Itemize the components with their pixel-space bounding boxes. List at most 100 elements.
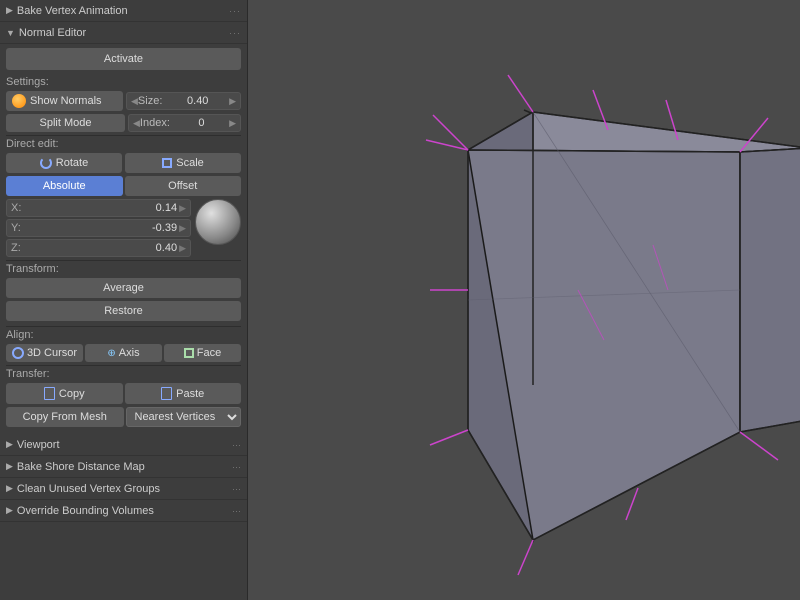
cursor-icon bbox=[12, 347, 24, 359]
copy-from-row: Copy From Mesh Nearest Vertices bbox=[6, 407, 241, 427]
axis-icon: ⊕ bbox=[107, 348, 115, 359]
paste-icon bbox=[161, 387, 172, 400]
index-label: Index: bbox=[140, 117, 170, 129]
scale-icon bbox=[162, 158, 172, 168]
clean-unused-label: Clean Unused Vertex Groups bbox=[17, 483, 232, 495]
override-bounding-label: Override Bounding Volumes bbox=[17, 505, 232, 517]
size-right-arrow[interactable]: ▶ bbox=[229, 96, 236, 107]
clean-unused-section-header[interactable]: ▶ Clean Unused Vertex Groups ··· bbox=[0, 478, 247, 500]
offset-tab[interactable]: Offset bbox=[125, 176, 242, 196]
3d-viewport[interactable] bbox=[248, 0, 800, 600]
size-left-arrow[interactable]: ◀ bbox=[131, 96, 138, 107]
y-row[interactable]: Y: -0.39 ▶ bbox=[6, 219, 191, 237]
direct-edit-label: Direct edit: bbox=[6, 138, 241, 150]
bake-shore-dots: ··· bbox=[232, 462, 241, 472]
axis-label: Axis bbox=[119, 347, 140, 359]
average-button[interactable]: Average bbox=[6, 278, 241, 298]
show-normals-icon bbox=[12, 94, 26, 108]
copy-from-mesh-button[interactable]: Copy From Mesh bbox=[6, 407, 124, 427]
x-label: X: bbox=[11, 202, 29, 214]
override-bounding-dots: ··· bbox=[232, 506, 241, 516]
y-value: -0.39 bbox=[29, 222, 177, 234]
nearest-vertices-select[interactable]: Nearest Vertices bbox=[126, 407, 242, 427]
normal-editor-label: Normal Editor bbox=[19, 27, 229, 39]
size-value: 0.40 bbox=[166, 95, 229, 107]
split-mode-button[interactable]: Split Mode bbox=[6, 114, 125, 132]
rotate-icon bbox=[40, 157, 52, 169]
divider-4 bbox=[6, 365, 241, 366]
cursor-label: 3D Cursor bbox=[27, 347, 77, 359]
rotate-button[interactable]: Rotate bbox=[6, 153, 122, 173]
bake-vertex-dots: ··· bbox=[229, 6, 241, 16]
override-bounding-section-header[interactable]: ▶ Override Bounding Volumes ··· bbox=[0, 500, 247, 522]
divider-3 bbox=[6, 326, 241, 327]
settings-label: Settings: bbox=[6, 76, 241, 88]
bake-vertex-animation-header[interactable]: ▶ Bake Vertex Animation ··· bbox=[0, 0, 247, 22]
y-label: Y: bbox=[11, 222, 29, 234]
bake-vertex-arrow-icon: ▶ bbox=[6, 5, 13, 16]
show-normals-label: Show Normals bbox=[30, 95, 102, 107]
index-left-arrow[interactable]: ◀ bbox=[133, 118, 140, 129]
viewport-section-header[interactable]: ▶ Viewport ··· bbox=[0, 434, 247, 456]
clean-unused-dots: ··· bbox=[232, 484, 241, 494]
normal-editor-arrow-icon: ▼ bbox=[6, 28, 15, 38]
clean-unused-arrow-icon: ▶ bbox=[6, 483, 13, 494]
normal-sphere-preview bbox=[195, 199, 241, 245]
index-value: 0 bbox=[174, 117, 229, 129]
split-mode-row: Split Mode ◀ Index: 0 ▶ bbox=[6, 114, 241, 132]
viewport-dots: ··· bbox=[232, 440, 241, 450]
viewport-arrow-icon: ▶ bbox=[6, 439, 13, 450]
face-label: Face bbox=[197, 347, 221, 359]
axis-button[interactable]: ⊕ Axis bbox=[85, 344, 162, 362]
rotate-label: Rotate bbox=[56, 157, 88, 169]
align-buttons-row: 3D Cursor ⊕ Axis Face bbox=[6, 344, 241, 362]
scale-button[interactable]: Scale bbox=[125, 153, 241, 173]
z-label: Z: bbox=[11, 242, 29, 254]
viewport-svg bbox=[248, 0, 800, 600]
show-normals-button[interactable]: Show Normals bbox=[6, 91, 123, 111]
copy-label: Copy bbox=[59, 388, 85, 400]
bake-shore-label: Bake Shore Distance Map bbox=[17, 461, 232, 473]
scale-label: Scale bbox=[176, 157, 204, 169]
3d-cursor-button[interactable]: 3D Cursor bbox=[6, 344, 83, 362]
bake-shore-arrow-icon: ▶ bbox=[6, 461, 13, 472]
paste-label: Paste bbox=[176, 388, 204, 400]
transfer-label: Transfer: bbox=[6, 368, 241, 380]
size-label: Size: bbox=[138, 95, 162, 107]
divider-2 bbox=[6, 260, 241, 261]
normal-editor-header[interactable]: ▼ Normal Editor ··· bbox=[0, 22, 247, 44]
bake-vertex-label: Bake Vertex Animation bbox=[17, 5, 229, 17]
copy-button[interactable]: Copy bbox=[6, 383, 123, 404]
face-icon bbox=[184, 348, 194, 358]
paste-button[interactable]: Paste bbox=[125, 383, 242, 404]
index-field[interactable]: ◀ Index: 0 ▶ bbox=[128, 114, 241, 132]
absolute-tab[interactable]: Absolute bbox=[6, 176, 123, 196]
normal-editor-dots: ··· bbox=[229, 28, 241, 38]
xyz-section: X: 0.14 ▶ Y: -0.39 ▶ Z: 0.40 ▶ bbox=[6, 199, 241, 257]
absolute-offset-tabs: Absolute Offset bbox=[6, 176, 241, 196]
face-button[interactable]: Face bbox=[164, 344, 241, 362]
y-arrow[interactable]: ▶ bbox=[179, 223, 186, 234]
restore-button[interactable]: Restore bbox=[6, 301, 241, 321]
override-bounding-arrow-icon: ▶ bbox=[6, 505, 13, 516]
viewport-label: Viewport bbox=[17, 439, 232, 451]
align-label: Align: bbox=[6, 329, 241, 341]
divider-1 bbox=[6, 135, 241, 136]
activate-button[interactable]: Activate bbox=[6, 48, 241, 70]
show-normals-row: Show Normals ◀ Size: 0.40 ▶ bbox=[6, 91, 241, 111]
xyz-fields: X: 0.14 ▶ Y: -0.39 ▶ Z: 0.40 ▶ bbox=[6, 199, 191, 257]
x-arrow[interactable]: ▶ bbox=[179, 203, 186, 214]
x-value: 0.14 bbox=[29, 202, 177, 214]
z-value: 0.40 bbox=[29, 242, 177, 254]
copy-paste-row: Copy Paste bbox=[6, 383, 241, 404]
bake-shore-section-header[interactable]: ▶ Bake Shore Distance Map ··· bbox=[0, 456, 247, 478]
z-arrow[interactable]: ▶ bbox=[179, 243, 186, 254]
size-field[interactable]: ◀ Size: 0.40 ▶ bbox=[126, 92, 241, 110]
copy-icon bbox=[44, 387, 55, 400]
index-right-arrow[interactable]: ▶ bbox=[229, 118, 236, 129]
z-row[interactable]: Z: 0.40 ▶ bbox=[6, 239, 191, 257]
rotate-scale-row: Rotate Scale bbox=[6, 153, 241, 173]
x-row[interactable]: X: 0.14 ▶ bbox=[6, 199, 191, 217]
transform-label: Transform: bbox=[6, 263, 241, 275]
normal-editor-content: Activate Settings: Show Normals ◀ Size: … bbox=[0, 44, 247, 434]
